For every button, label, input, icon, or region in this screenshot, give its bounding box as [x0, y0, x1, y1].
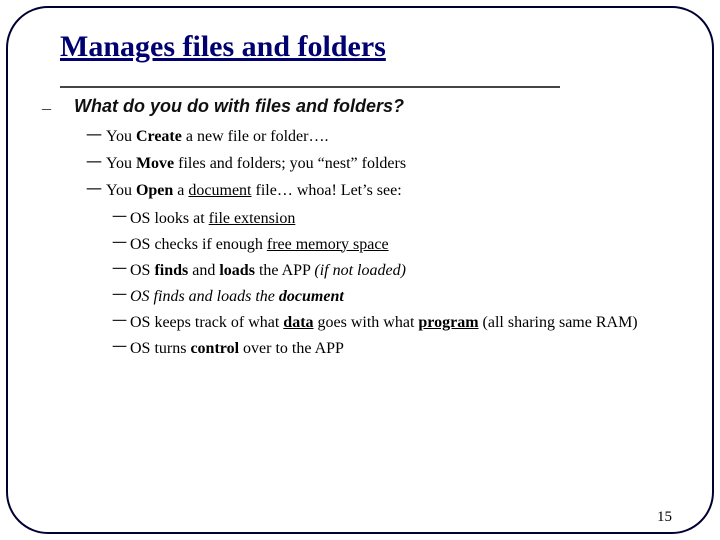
bullet-icon: 一 — [112, 207, 127, 230]
open-steps: 一 OS looks at file extension 一 OS checks… — [106, 207, 660, 361]
slide-content: Manages files and folders – What do you … — [60, 30, 660, 365]
text: a — [173, 182, 188, 199]
text: and — [188, 262, 219, 279]
underlined: file extension — [209, 210, 296, 227]
slide-title: Manages files and folders — [60, 30, 660, 64]
bullet-icon: – — [42, 98, 51, 119]
page-number: 15 — [657, 509, 672, 526]
text: OS — [130, 262, 154, 279]
bullet-icon: 一 — [112, 337, 127, 360]
text: a new file or folder…. — [182, 128, 329, 145]
bullet-icon: 一 — [112, 285, 127, 308]
step-load-doc: 一 OS finds and loads the document — [130, 285, 660, 309]
underlined: free memory space — [267, 236, 389, 253]
action-move: 一 You Move files and folders; you “nest”… — [106, 152, 660, 175]
text: You — [106, 128, 136, 145]
text: You — [106, 182, 136, 199]
action-list: 一 You Create a new file or folder…. 一 Yo… — [74, 125, 660, 361]
keyword: Open — [136, 182, 173, 199]
text: OS keeps track of what — [130, 314, 283, 331]
text: goes with what — [314, 314, 419, 331]
text: over to the APP — [239, 340, 344, 357]
bullet-icon: 一 — [86, 152, 102, 175]
keyword: Create — [136, 128, 182, 145]
text: files and folders; you “nest” folders — [174, 155, 406, 172]
text: You — [106, 155, 136, 172]
text: OS looks at — [130, 210, 209, 227]
question-block: – What do you do with files and folders?… — [60, 96, 660, 361]
underlined-keyword: data — [283, 314, 313, 331]
step-track-data: 一 OS keeps track of what data goes with … — [130, 311, 660, 335]
underlined: document — [188, 182, 251, 199]
bullet-icon: 一 — [86, 179, 102, 202]
underlined-keyword: program — [418, 314, 478, 331]
bullet-icon: 一 — [112, 233, 127, 256]
action-open: 一 You Open a document file… whoa! Let’s … — [106, 179, 660, 360]
bullet-icon: 一 — [86, 125, 102, 148]
text: OS finds and loads the — [130, 288, 279, 305]
text: (all sharing same RAM) — [479, 314, 638, 331]
bullet-icon: 一 — [112, 311, 127, 334]
title-separator — [60, 86, 560, 88]
text: the APP — [255, 262, 314, 279]
step-load-app: 一 OS finds and loads the APP (if not loa… — [130, 259, 660, 283]
keyword: document — [279, 288, 344, 305]
bullet-icon: 一 — [112, 259, 127, 282]
keyword: control — [190, 340, 239, 357]
step-memory: 一 OS checks if enough free memory space — [130, 233, 660, 257]
step-extension: 一 OS looks at file extension — [130, 207, 660, 231]
italic-note: (if not loaded) — [314, 262, 406, 279]
step-return-control: 一 OS turns control over to the APP — [130, 337, 660, 361]
question-text: What do you do with files and folders? — [74, 96, 404, 116]
text: OS checks if enough — [130, 236, 267, 253]
keyword: loads — [219, 262, 255, 279]
text: file… whoa! Let’s see: — [252, 182, 402, 199]
text: OS turns — [130, 340, 190, 357]
action-create: 一 You Create a new file or folder…. — [106, 125, 660, 148]
keyword: Move — [136, 155, 174, 172]
keyword: finds — [154, 262, 188, 279]
